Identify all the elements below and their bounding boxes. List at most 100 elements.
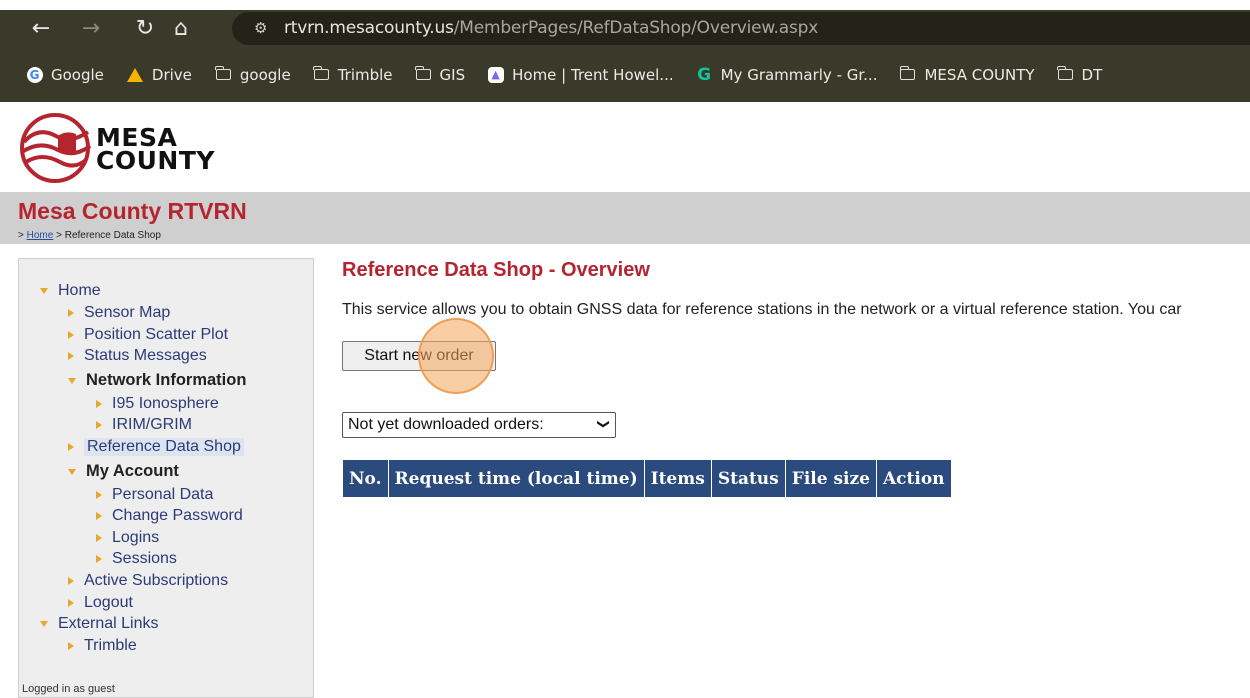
- sidebar-item-label: Active Subscriptions: [84, 572, 229, 589]
- home-icon[interactable]: ⌂: [166, 10, 196, 47]
- sidebar-item-logins[interactable]: Logins: [96, 529, 159, 547]
- sidebar-item-personal-data[interactable]: Personal Data: [96, 486, 213, 504]
- folder-icon: [215, 66, 232, 82]
- bookmark-label: Drive: [151, 65, 192, 84]
- breadcrumb-current: Reference Data Shop: [64, 230, 161, 241]
- clickup-icon: ▲: [487, 66, 504, 83]
- sidebar-item-active-subscriptions[interactable]: Active Subscriptions: [68, 572, 228, 590]
- sidebar-item-irim-grim[interactable]: IRIM/GRIM: [96, 416, 192, 434]
- order-filter-value: Not yet downloaded orders:: [348, 416, 544, 433]
- bookmark-label: My Grammarly - Gr...: [720, 65, 878, 84]
- sidebar-item-logout[interactable]: Logout: [68, 594, 133, 612]
- sidebar-item-change-password[interactable]: Change Password: [96, 507, 243, 525]
- sidebar-item-label: Sensor Map: [84, 304, 171, 321]
- bookmark-folder-trimble[interactable]: Trimble: [313, 66, 393, 84]
- bookmark-google[interactable]: G Google: [26, 66, 104, 84]
- reload-icon[interactable]: ↻: [130, 10, 160, 47]
- bullet-arrow-icon: [68, 352, 74, 360]
- bullet-arrow-icon: [68, 309, 74, 317]
- address-bar[interactable]: ⚙ rtvrn.mesacounty.us/MemberPages/RefDat…: [232, 12, 1250, 45]
- site-banner: Mesa County RTVRN > Home > Reference Dat…: [0, 192, 1250, 244]
- sidebar-item-my-account[interactable]: My Account: [68, 462, 179, 481]
- site-title: Mesa County RTVRN: [18, 198, 247, 224]
- order-filter-select[interactable]: Not yet downloaded orders: ❯: [342, 412, 616, 438]
- column-header-status: Status: [710, 459, 786, 498]
- orders-table: No. Request time (local time) Items Stat…: [342, 459, 952, 498]
- bullet-arrow-icon: [96, 555, 102, 563]
- start-new-order-button[interactable]: Start new order: [342, 341, 496, 371]
- mesa-county-logo-icon: [20, 113, 92, 183]
- breadcrumb-home-link[interactable]: Home: [27, 230, 54, 241]
- sidebar-item-sensor-map[interactable]: Sensor Map: [68, 304, 170, 322]
- intro-text: This service allows you to obtain GNSS d…: [342, 301, 1182, 318]
- expanded-arrow-icon: [68, 468, 76, 475]
- bookmark-label: Google: [51, 65, 104, 84]
- sidebar-item-label: Status Messages: [84, 347, 207, 364]
- bookmark-folder-google[interactable]: google: [215, 66, 291, 84]
- column-header-action: Action: [875, 459, 952, 498]
- bookmark-folder-mesa-county[interactable]: MESA COUNTY: [899, 65, 1035, 84]
- folder-icon: [313, 66, 330, 82]
- sidebar-item-network-information[interactable]: Network Information: [68, 371, 246, 390]
- folder-icon: [899, 66, 916, 82]
- window-top-strip: [0, 0, 1250, 10]
- bookmark-label: google: [239, 65, 291, 84]
- logged-in-status: Logged in as guest: [22, 683, 115, 695]
- url-domain: rtvrn.mesacounty.us: [284, 18, 454, 38]
- column-header-file-size: File size: [784, 459, 877, 498]
- bookmark-grammarly[interactable]: G My Grammarly - Gr...: [696, 65, 878, 85]
- google-icon: G: [26, 66, 43, 83]
- sidebar-item-label: Home: [58, 282, 101, 299]
- column-header-items: Items: [643, 459, 712, 498]
- sidebar-item-i95-ionosphere[interactable]: I95 Ionosphere: [96, 395, 219, 413]
- url-text[interactable]: rtvrn.mesacounty.us/MemberPages/RefDataS…: [284, 18, 818, 38]
- sidebar-item-external-links[interactable]: External Links: [40, 615, 159, 633]
- sidebar-item-home[interactable]: Home: [40, 282, 101, 300]
- expanded-arrow-icon: [40, 288, 48, 294]
- logo-text: MESA COUNTY: [96, 125, 215, 173]
- folder-icon: [1056, 66, 1074, 82]
- bookmarks-bar: G Google Drive google Trimble GIS ▲ Home…: [0, 47, 1250, 102]
- orders-table-header-row: No. Request time (local time) Items Stat…: [342, 459, 952, 498]
- bullet-arrow-icon: [68, 599, 74, 607]
- breadcrumb-separator: >: [56, 230, 62, 241]
- url-path: /MemberPages/RefDataShop/Overview.aspx: [453, 18, 819, 38]
- back-arrow-icon[interactable]: ←: [26, 10, 56, 47]
- forward-arrow-icon[interactable]: →: [76, 10, 106, 47]
- breadcrumb: > Home > Reference Data Shop: [18, 230, 161, 241]
- sidebar-item-label: Trimble: [84, 637, 137, 654]
- bookmark-clickup-home[interactable]: ▲ Home | Trent Howel...: [487, 66, 674, 84]
- sidebar-item-label: External Links: [58, 615, 159, 632]
- bullet-arrow-icon: [96, 512, 102, 520]
- sidebar-item-label: Network Information: [86, 371, 247, 389]
- bullet-arrow-icon: [68, 642, 74, 650]
- site-info-icon[interactable]: ⚙: [254, 19, 267, 37]
- bullet-arrow-icon: [96, 491, 102, 499]
- bookmark-folder-gis[interactable]: GIS: [414, 65, 466, 84]
- bullet-arrow-icon: [68, 331, 74, 339]
- mesa-county-logo[interactable]: MESA COUNTY: [18, 112, 228, 184]
- bullet-arrow-icon: [96, 400, 102, 408]
- sidebar-item-label: Change Password: [112, 507, 243, 524]
- bookmark-label: MESA COUNTY: [924, 65, 1035, 84]
- sidebar-item-position-scatter-plot[interactable]: Position Scatter Plot: [68, 326, 228, 344]
- sidebar-item-trimble[interactable]: Trimble: [68, 637, 137, 655]
- browser-toolbar: ← → ↻ ⌂ ⚙ rtvrn.mesacounty.us/MemberPage…: [0, 10, 1250, 47]
- sidebar-item-label: IRIM/GRIM: [112, 416, 192, 433]
- sidebar-item-label: Position Scatter Plot: [84, 326, 229, 343]
- bookmark-label: GIS: [439, 65, 466, 84]
- bookmark-folder-dt[interactable]: DT: [1056, 66, 1102, 84]
- breadcrumb-prefix: >: [18, 230, 24, 241]
- sidebar-item-label: I95 Ionosphere: [112, 395, 219, 412]
- bullet-arrow-icon: [96, 534, 102, 542]
- bullet-arrow-icon: [68, 577, 74, 585]
- folder-icon: [414, 66, 432, 82]
- bookmark-drive[interactable]: Drive: [127, 66, 192, 84]
- sidebar-item-sessions[interactable]: Sessions: [96, 550, 177, 568]
- expanded-arrow-icon: [68, 377, 76, 384]
- bookmark-label: Trimble: [337, 65, 393, 84]
- sidebar-item-status-messages[interactable]: Status Messages: [68, 347, 207, 365]
- expanded-arrow-icon: [40, 621, 48, 627]
- sidebar-item-reference-data-shop[interactable]: Reference Data Shop: [68, 438, 244, 456]
- bullet-arrow-icon: [68, 443, 74, 451]
